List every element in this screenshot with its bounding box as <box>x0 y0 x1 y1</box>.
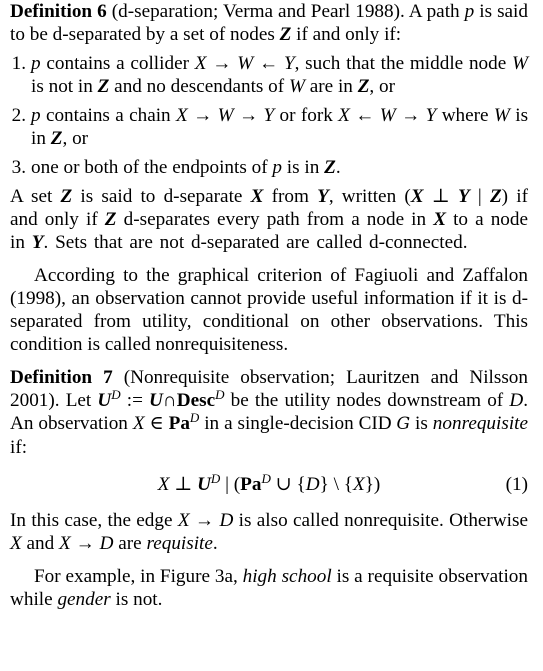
condition-item: 1. p contains a collider X → W ← Y, such… <box>10 52 528 98</box>
condition-number: 1. <box>11 53 26 74</box>
nonrequisite-edge-paragraph: In this case, the edge X → D is also cal… <box>10 510 528 554</box>
condition-number: 2. <box>11 105 26 126</box>
definition-6-label: Definition 6 <box>10 1 107 22</box>
condition-text: one or both of the endpoints of p is in … <box>31 157 341 178</box>
condition-item: 3. one or both of the endpoints of p is … <box>10 156 528 179</box>
condition-text: p contains a chain X → W → Y or fork X ←… <box>31 105 529 149</box>
definition-7: Definition 7 (Nonrequisite observation; … <box>10 366 528 459</box>
criterion-paragraph: According to the graphical criterion of … <box>10 265 528 355</box>
equation-math: X ⊥ UD | (PaD ∪ {D} \ {X}) <box>157 471 381 495</box>
definition-7-label: Definition 7 <box>10 367 113 388</box>
page: Definition 6 (d-separation; Verma and Pe… <box>0 0 543 671</box>
definition-6: Definition 6 (d-separation; Verma and Pe… <box>10 0 528 46</box>
equation-number: (1) <box>505 474 528 495</box>
condition-text: p contains a collider X → W ← Y, such th… <box>31 53 528 97</box>
example-paragraph: For example, in Figure 3a, high school i… <box>10 566 528 610</box>
d-separation-paragraph: A set Z is said to d-separate X from Y, … <box>10 186 528 253</box>
d-separation-conditions: 1. p contains a collider X → W ← Y, such… <box>10 52 528 179</box>
equation-1: X ⊥ UD | (PaD ∪ {D} \ {X}) (1) <box>10 469 528 501</box>
condition-number: 3. <box>11 157 26 178</box>
condition-item: 2. p contains a chain X → W → Y or fork … <box>10 104 528 150</box>
